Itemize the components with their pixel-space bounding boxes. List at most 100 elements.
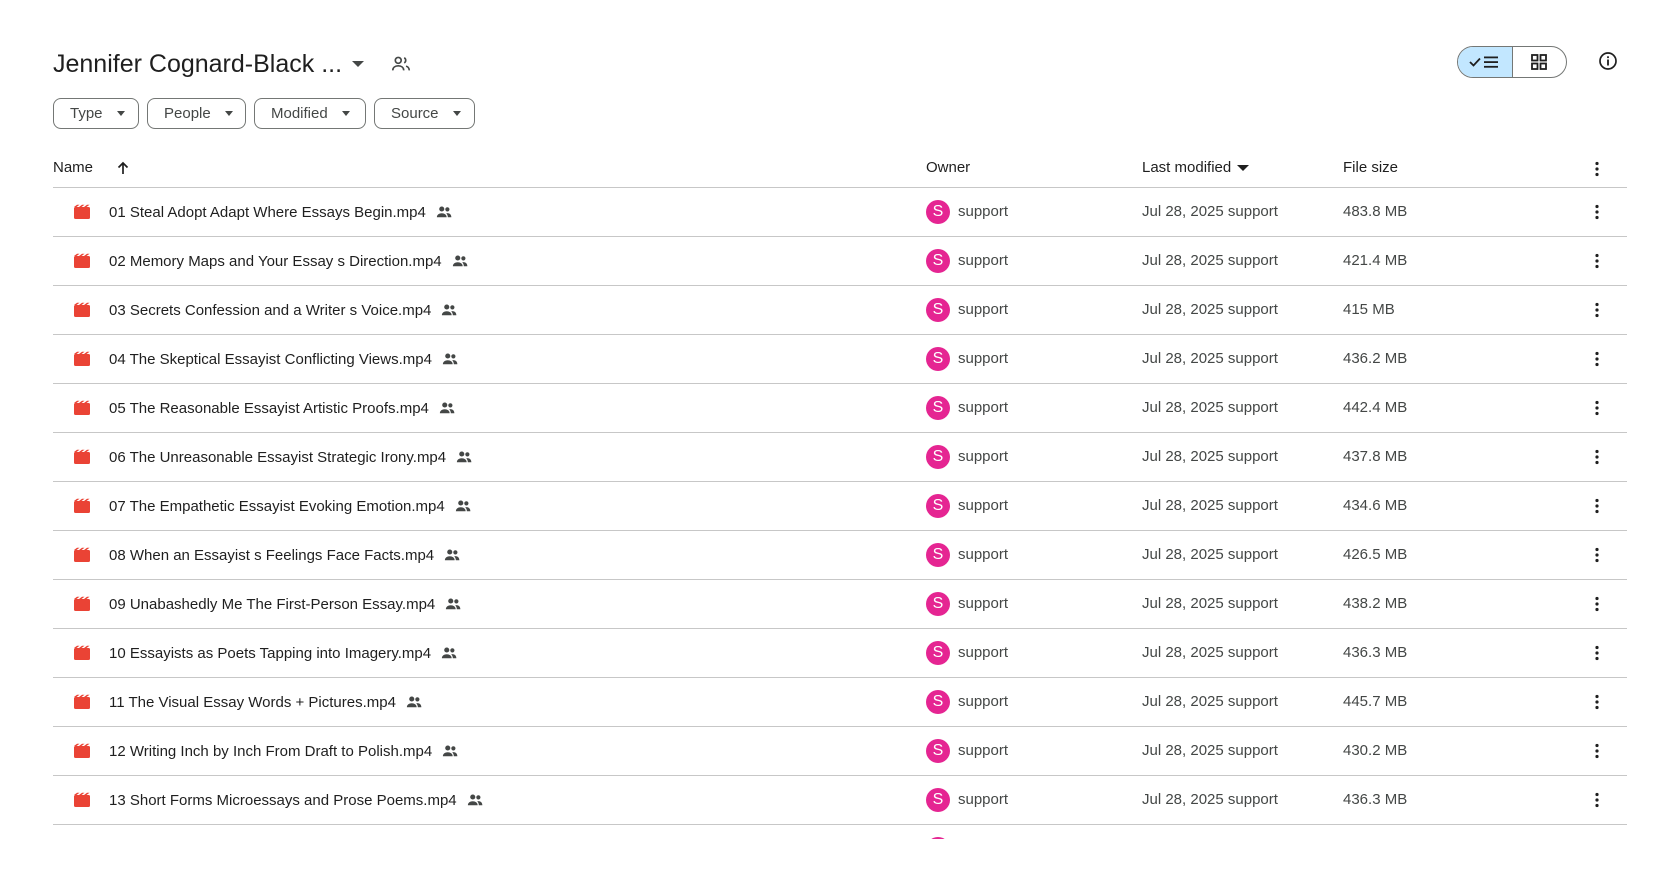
more-vert-icon[interactable] (1587, 496, 1607, 516)
owner-name: support (958, 644, 1009, 661)
file-name[interactable]: 01 Steal Adopt Adapt Where Essays Begin.… (109, 203, 453, 221)
avatar[interactable]: S (926, 543, 950, 567)
more-vert-icon[interactable] (1587, 398, 1607, 418)
video-file-icon (73, 547, 91, 563)
file-name[interactable]: 07 The Empathetic Essayist Evoking Emoti… (109, 497, 472, 515)
column-header-name[interactable]: Name (53, 159, 131, 176)
more-vert-icon[interactable] (1587, 349, 1607, 369)
caret-down-icon[interactable] (1237, 164, 1250, 171)
more-vert-icon[interactable] (1587, 741, 1607, 761)
file-name[interactable]: 03 Secrets Confession and a Writer s Voi… (109, 301, 458, 319)
more-vert-icon[interactable] (1587, 643, 1607, 663)
avatar[interactable]: S (926, 837, 950, 839)
file-size: 437.8 MB (1343, 448, 1408, 465)
avatar[interactable]: S (926, 347, 950, 371)
avatar[interactable]: S (926, 445, 950, 469)
avatar[interactable]: S (926, 298, 950, 322)
avatar[interactable]: S (926, 788, 950, 812)
avatar[interactable]: S (926, 494, 950, 518)
filter-source-chip[interactable]: Source (374, 98, 475, 129)
file-name[interactable]: 10 Essayists as Poets Tapping into Image… (109, 644, 458, 662)
table-row[interactable]: 05 The Reasonable Essayist Artistic Proo… (53, 384, 1627, 433)
more-vert-icon[interactable] (1587, 790, 1607, 810)
table-row[interactable]: 14 The Memoir Essay.mp4 S support Jul 28… (53, 825, 1627, 839)
avatar[interactable]: S (926, 200, 950, 224)
file-name[interactable]: 13 Short Forms Microessays and Prose Poe… (109, 791, 484, 809)
last-modified: Jul 28, 2025 support (1142, 448, 1278, 465)
file-name[interactable]: 12 Writing Inch by Inch From Draft to Po… (109, 742, 459, 760)
table-row[interactable]: 12 Writing Inch by Inch From Draft to Po… (53, 727, 1627, 776)
more-vert-icon[interactable] (1587, 545, 1607, 565)
info-icon[interactable] (1598, 51, 1618, 71)
shared-icon (443, 546, 461, 564)
table-row[interactable]: 02 Memory Maps and Your Essay s Directio… (53, 237, 1627, 286)
folder-title[interactable]: Jennifer Cognard-Black ... (53, 50, 342, 79)
column-header-last-modified[interactable]: Last modified (1142, 159, 1250, 176)
table-row[interactable]: 10 Essayists as Poets Tapping into Image… (53, 629, 1627, 678)
file-name[interactable]: 11 The Visual Essay Words + Pictures.mp4 (109, 693, 423, 711)
table-row[interactable]: 07 The Empathetic Essayist Evoking Emoti… (53, 482, 1627, 531)
filter-label: Modified (271, 105, 328, 122)
owner-name: support (958, 399, 1009, 416)
caret-down-icon (341, 111, 350, 116)
shared-folder-icon[interactable] (390, 53, 412, 75)
table-row[interactable]: 08 When an Essayist s Feelings Face Fact… (53, 531, 1627, 580)
column-label: Last modified (1142, 159, 1232, 176)
filter-type-chip[interactable]: Type (53, 98, 139, 129)
more-vert-icon[interactable] (1587, 594, 1607, 614)
table-row[interactable]: 04 The Skeptical Essayist Conflicting Vi… (53, 335, 1627, 384)
folder-title-area[interactable]: Jennifer Cognard-Black ... (53, 44, 412, 84)
filter-people-chip[interactable]: People (147, 98, 246, 129)
file-size: 434.6 MB (1343, 497, 1408, 514)
shared-icon (451, 252, 469, 270)
table-row[interactable]: 13 Short Forms Microessays and Prose Poe… (53, 776, 1627, 825)
avatar[interactable]: S (926, 690, 950, 714)
owner-name: support (958, 546, 1009, 563)
avatar[interactable]: S (926, 249, 950, 273)
avatar[interactable]: S (926, 396, 950, 420)
more-vert-icon[interactable] (1587, 202, 1607, 222)
table-row[interactable]: 09 Unabashedly Me The First-Person Essay… (53, 580, 1627, 629)
file-name-text: 13 Short Forms Microessays and Prose Poe… (109, 791, 457, 809)
column-header-file-size: File size (1343, 159, 1398, 176)
avatar[interactable]: S (926, 641, 950, 665)
sort-ascending-icon[interactable] (115, 160, 131, 176)
file-name-text: 01 Steal Adopt Adapt Where Essays Begin.… (109, 203, 426, 221)
file-name-text: 07 The Empathetic Essayist Evoking Emoti… (109, 497, 445, 515)
more-vert-icon[interactable] (1587, 300, 1607, 320)
avatar[interactable]: S (926, 739, 950, 763)
file-size: 436.2 MB (1343, 350, 1408, 367)
shared-icon (454, 497, 472, 515)
filter-modified-chip[interactable]: Modified (254, 98, 366, 129)
file-name[interactable]: 05 The Reasonable Essayist Artistic Proo… (109, 399, 456, 417)
file-name-text: 09 Unabashedly Me The First-Person Essay… (109, 595, 436, 613)
more-vert-icon[interactable] (1587, 159, 1607, 183)
video-file-icon (73, 204, 91, 220)
table-row[interactable]: 01 Steal Adopt Adapt Where Essays Begin.… (53, 188, 1627, 237)
more-vert-icon[interactable] (1587, 447, 1607, 467)
column-label: Owner (926, 159, 971, 176)
file-name[interactable]: 09 Unabashedly Me The First-Person Essay… (109, 595, 462, 613)
table-row[interactable]: 06 The Unreasonable Essayist Strategic I… (53, 433, 1627, 482)
shared-icon (440, 644, 458, 662)
video-file-icon (73, 253, 91, 269)
file-name[interactable]: 08 When an Essayist s Feelings Face Fact… (109, 546, 461, 564)
shared-icon (466, 791, 484, 809)
table-row[interactable]: 11 The Visual Essay Words + Pictures.mp4… (53, 678, 1627, 727)
owner-name: support (958, 693, 1009, 710)
file-size: 442.4 MB (1343, 399, 1408, 416)
list-view-button[interactable] (1458, 47, 1513, 77)
owner-name: support (958, 252, 1009, 269)
file-name[interactable]: 06 The Unreasonable Essayist Strategic I… (109, 448, 473, 466)
more-vert-icon[interactable] (1587, 692, 1607, 712)
more-vert-icon[interactable] (1587, 251, 1607, 271)
file-size: 421.4 MB (1343, 252, 1408, 269)
table-row[interactable]: 03 Secrets Confession and a Writer s Voi… (53, 286, 1627, 335)
file-size: 436.3 MB (1343, 791, 1408, 808)
grid-view-button[interactable] (1513, 47, 1567, 77)
video-file-icon (73, 400, 91, 416)
avatar[interactable]: S (926, 592, 950, 616)
file-name[interactable]: 04 The Skeptical Essayist Conflicting Vi… (109, 350, 459, 368)
file-name[interactable]: 02 Memory Maps and Your Essay s Directio… (109, 252, 469, 270)
caret-down-icon[interactable] (352, 61, 365, 67)
